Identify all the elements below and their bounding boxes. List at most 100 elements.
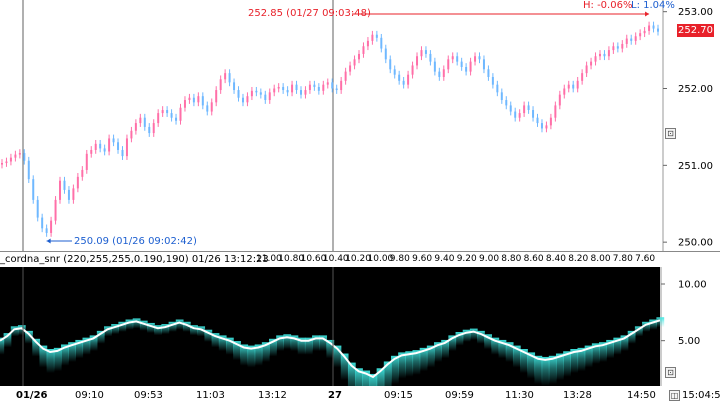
candle-body	[85, 153, 88, 170]
min-price-annotation: 250.09 (01/26 09:02:42)	[74, 236, 197, 247]
candle-body	[54, 199, 57, 221]
candle-body	[567, 84, 570, 89]
time-axis: 01/26 09:10 09:53 11:03 13:12 27 09:15 09:59 11:…	[0, 386, 720, 405]
candle-body	[299, 90, 302, 95]
candle-body	[366, 40, 369, 47]
min-arrow-head	[46, 238, 51, 244]
low-change-label: L: 1.04%	[631, 0, 675, 11]
candle-body	[76, 176, 79, 189]
candle-body	[424, 50, 427, 54]
candle-body	[478, 56, 481, 60]
candle-body	[380, 37, 383, 49]
candle-body	[612, 46, 615, 51]
candle-body	[335, 88, 338, 91]
candle-body	[201, 96, 204, 106]
candle-body	[657, 28, 659, 32]
candle-body	[273, 88, 276, 93]
candle-body	[460, 61, 463, 67]
candle-body	[411, 65, 414, 75]
candle-body	[549, 117, 552, 126]
chart-window: 253.00 252.00 251.00 250.00 H: -0.06% L: 1.…	[0, 0, 720, 405]
candle-body	[45, 228, 48, 233]
candle-body	[259, 92, 262, 95]
candle-body	[179, 107, 182, 121]
candle-body	[572, 84, 575, 89]
time-label: 09:10	[75, 390, 104, 401]
candle-body	[469, 61, 472, 72]
price-chart-panel[interactable]: 253.00 252.00 251.00 250.00 H: -0.06% L: 1.…	[0, 0, 720, 252]
candle-body	[536, 117, 539, 124]
indicator-panel[interactable]: _cordna_snr (220,255,255,0.190,190) 01/2…	[0, 252, 720, 386]
max-arrow-head	[645, 11, 650, 17]
panel-resize-button[interactable]: ⊡	[665, 128, 676, 139]
clock-icon[interactable]: ◫	[669, 390, 680, 401]
candle-body	[170, 113, 173, 118]
candle-body	[474, 56, 477, 62]
candle-body	[375, 34, 378, 38]
candle-body	[308, 84, 311, 91]
candle-body	[241, 97, 244, 103]
candle-body	[616, 46, 619, 49]
candle-body	[509, 105, 512, 112]
candle-body	[99, 143, 102, 149]
candle-body	[67, 189, 70, 200]
candle-body	[81, 169, 84, 177]
candle-body	[121, 149, 124, 157]
candle-body	[532, 110, 535, 118]
candle-body	[277, 86, 280, 89]
candle-body	[5, 161, 8, 164]
time-axis-labels: 01/26 09:10 09:53 11:03 13:12 27 09:15 09:59 11:…	[0, 386, 720, 405]
candle-body	[429, 53, 432, 62]
candle-body	[652, 25, 655, 29]
candle-body	[139, 117, 142, 124]
indicator-canvas[interactable]: 10.00 5.00	[0, 252, 720, 386]
candle-body	[72, 188, 75, 200]
candle-body	[255, 90, 258, 93]
candle-body	[41, 217, 44, 229]
candle-body	[407, 74, 410, 85]
high-change-label: H: -0.06%	[583, 0, 633, 11]
heat-band	[541, 356, 550, 386]
candle-body	[14, 154, 17, 158]
candle-body	[643, 30, 646, 34]
candle-body	[527, 105, 530, 111]
candle-body	[313, 84, 316, 87]
candle-body	[27, 160, 30, 180]
candle-body	[416, 56, 419, 66]
candle-body	[621, 43, 624, 49]
time-label: 11:03	[196, 390, 225, 401]
candle-body	[447, 59, 450, 70]
candle-body	[291, 84, 294, 93]
price-tick-label: 250.00	[678, 238, 713, 249]
time-label: 09:53	[134, 390, 163, 401]
heat-band	[469, 328, 478, 340]
candle-body	[23, 153, 26, 161]
candle-body	[540, 123, 543, 129]
candle-body	[362, 46, 365, 54]
indicator-resize-button[interactable]: ⊡	[665, 367, 676, 378]
time-label: 09:15	[384, 390, 413, 401]
candle-body	[576, 80, 579, 89]
candle-body	[634, 36, 637, 41]
candle-body	[438, 71, 441, 77]
candle-body	[63, 180, 66, 190]
candle-body	[148, 126, 151, 134]
candle-body	[161, 110, 164, 114]
candle-body	[505, 100, 508, 106]
candle-body	[224, 73, 227, 80]
candle-body	[349, 65, 352, 72]
candle-body	[304, 90, 307, 95]
candle-body	[581, 73, 584, 81]
price-chart-canvas[interactable]: 253.00 252.00 251.00 250.00	[0, 0, 720, 252]
candle-body	[465, 66, 468, 72]
candle-body	[166, 110, 169, 114]
indicator-tick-label: 10.00	[678, 280, 707, 291]
time-label: 13:28	[563, 390, 592, 401]
candle-body	[456, 56, 459, 62]
candle-body	[103, 148, 106, 152]
time-label: 11:30	[505, 390, 534, 401]
candle-body	[554, 105, 557, 118]
candle-body	[237, 90, 240, 98]
candle-body	[358, 53, 361, 60]
candle-body	[18, 153, 21, 155]
